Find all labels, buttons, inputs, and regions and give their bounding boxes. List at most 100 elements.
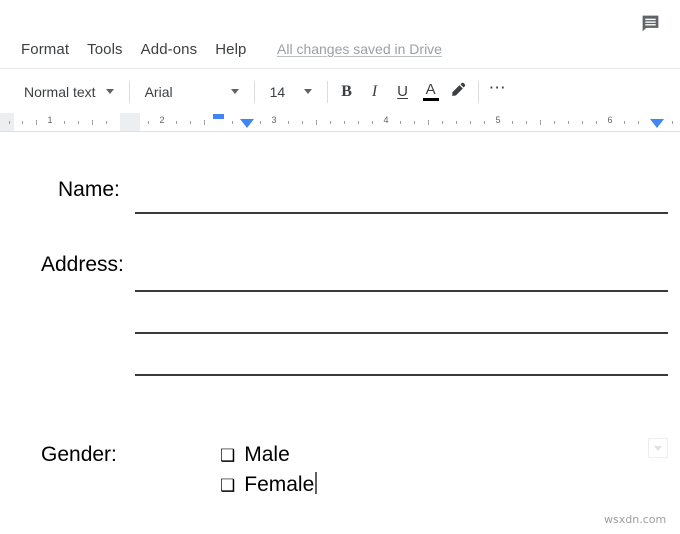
- ruler-left-margin-zone[interactable]: [0, 113, 14, 131]
- gender-option-female-label: Female: [244, 473, 315, 496]
- menu-item-help[interactable]: Help: [206, 39, 255, 60]
- gender-option-female[interactable]: ❑ Female: [220, 469, 318, 497]
- save-status-link[interactable]: All changes saved in Drive: [277, 41, 442, 57]
- outline-toggle-button[interactable]: [648, 438, 668, 458]
- ruler-tick: [148, 121, 149, 124]
- ruler-tick: [260, 121, 261, 124]
- ruler-number: 3: [271, 115, 277, 125]
- ruler-tick: [484, 121, 485, 124]
- answer-line-name: [135, 212, 668, 214]
- menu-item-format[interactable]: Format: [12, 39, 78, 60]
- checkbox-icon[interactable]: ❑: [220, 447, 235, 464]
- ruler-tick: [400, 121, 401, 124]
- font-size-select[interactable]: 14: [260, 78, 322, 106]
- more-horizontal-icon: ⋯: [488, 78, 507, 97]
- left-indent-marker[interactable]: [240, 119, 254, 128]
- ruler-tick: [624, 121, 625, 124]
- ruler-tick: [36, 120, 37, 125]
- answer-line-address-3: [135, 374, 668, 376]
- gender-option-male[interactable]: ❑ Male: [220, 443, 290, 467]
- label-name: Name:: [58, 178, 120, 201]
- document-ruler[interactable]: 1 2 3 4 5 6: [0, 113, 680, 132]
- chevron-down-icon: [303, 89, 312, 94]
- bold-button[interactable]: B: [333, 78, 361, 106]
- ruler-tick: [190, 121, 191, 124]
- paragraph-style-value: Normal text: [24, 83, 96, 100]
- toolbar-divider: [253, 80, 255, 103]
- ruler-tick: [232, 121, 233, 124]
- font-size-value: 14: [269, 83, 286, 100]
- text-color-icon: A: [425, 81, 436, 98]
- highlight-pen-icon: [450, 81, 467, 103]
- ruler-tab-zone[interactable]: [120, 113, 140, 131]
- ruler-tick: [442, 121, 443, 124]
- menu-item-add-ons[interactable]: Add-ons: [132, 39, 207, 60]
- ruler-tick: [470, 121, 471, 124]
- ruler-tick: [456, 121, 457, 124]
- menu-bar: Format Tools Add-ons Help All changes sa…: [0, 0, 680, 68]
- ruler-number: 5: [495, 115, 501, 125]
- ruler-number: 1: [47, 115, 53, 125]
- ruler-tick: [204, 120, 205, 125]
- ruler-tick: [372, 121, 373, 124]
- ruler-tick: [92, 120, 93, 125]
- ruler-tick: [596, 121, 597, 124]
- answer-line-address-2: [135, 332, 668, 334]
- ruler-tick: [428, 120, 429, 125]
- ruler-number: 4: [383, 115, 389, 125]
- answer-line-address-1: [135, 290, 668, 292]
- highlight-color-button[interactable]: [445, 78, 473, 106]
- gender-option-male-label: Male: [244, 443, 290, 466]
- ruler-tick: [568, 121, 569, 124]
- right-indent-marker[interactable]: [650, 119, 664, 128]
- ruler-tick: [78, 121, 79, 124]
- checkbox-icon[interactable]: ❑: [220, 477, 235, 494]
- ruler-tick: [22, 121, 23, 124]
- label-address: Address:: [41, 253, 124, 276]
- ruler-tick: [344, 121, 345, 124]
- ruler-tick: [330, 121, 331, 124]
- text-color-button[interactable]: A: [417, 78, 445, 106]
- document-page[interactable]: Name: Address: Gender: ❑ Male ❑ Female: [0, 132, 680, 534]
- comment-button[interactable]: [635, 12, 665, 40]
- text-cursor: [315, 472, 318, 494]
- first-line-indent-marker[interactable]: [213, 114, 224, 119]
- label-gender: Gender:: [41, 443, 117, 466]
- chevron-down-icon: [654, 445, 662, 451]
- text-color-swatch: [422, 97, 439, 101]
- italic-button[interactable]: I: [361, 78, 389, 106]
- chevron-down-icon: [105, 89, 114, 94]
- ruler-tick: [414, 121, 415, 124]
- paragraph-style-select[interactable]: Normal text: [14, 78, 124, 106]
- ruler-tick: [316, 120, 317, 125]
- ruler-number: 6: [607, 115, 613, 125]
- toolbar-divider: [326, 80, 328, 103]
- menu-item-list: Format Tools Add-ons Help: [12, 39, 255, 60]
- menu-item-tools[interactable]: Tools: [78, 39, 132, 60]
- underline-icon: U: [397, 83, 408, 100]
- ruler-tick: [302, 121, 303, 124]
- font-family-value: Arial: [144, 83, 173, 100]
- watermark-text: wsxdn.com: [604, 513, 667, 526]
- bold-icon: B: [341, 82, 352, 100]
- ruler-tick: [106, 121, 107, 124]
- ruler-tick: [64, 121, 65, 124]
- font-family-select[interactable]: Arial: [135, 78, 249, 106]
- ruler-tick: [672, 121, 673, 124]
- ruler-tick: [638, 121, 639, 124]
- ruler-tick: [526, 121, 527, 124]
- underline-button[interactable]: U: [389, 78, 417, 106]
- ruler-tick: [288, 121, 289, 124]
- ruler-tick: [358, 121, 359, 124]
- ruler-tick: [9, 121, 10, 124]
- ruler-tick: [176, 121, 177, 124]
- ruler-tick: [554, 121, 555, 124]
- ruler-tick: [540, 120, 541, 125]
- chevron-down-icon: [230, 89, 239, 94]
- more-options-button[interactable]: ⋯: [484, 78, 512, 106]
- formatting-toolbar: Normal text Arial 14 B I U A ⋯: [0, 68, 680, 114]
- ruler-tick: [582, 121, 583, 124]
- ruler-number: 2: [159, 115, 165, 125]
- toolbar-divider: [477, 80, 479, 103]
- italic-icon: I: [371, 82, 378, 100]
